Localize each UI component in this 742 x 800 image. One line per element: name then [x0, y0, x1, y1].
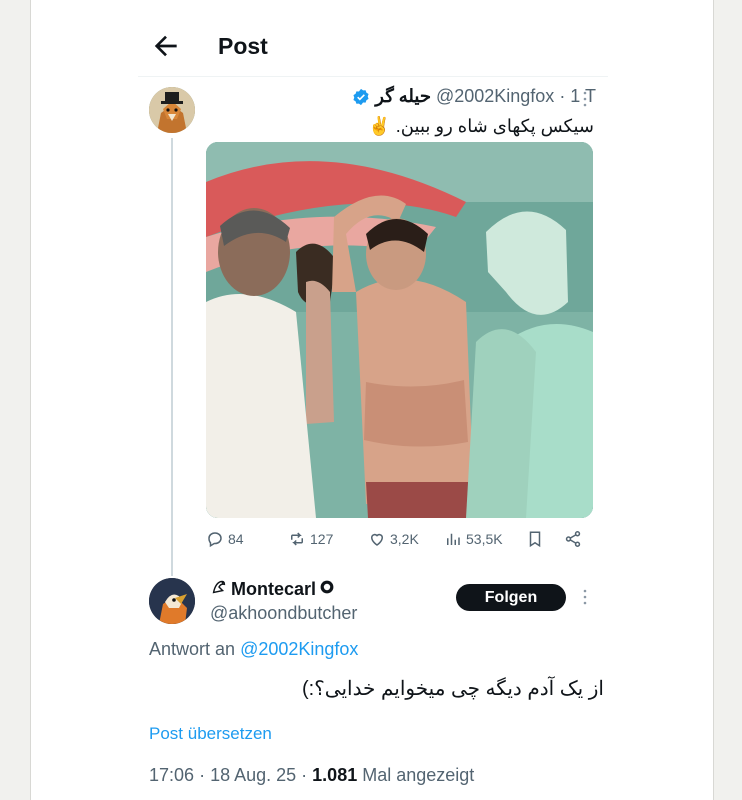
bar-chart-icon: [447, 533, 460, 545]
post-time[interactable]: 17:06: [149, 765, 194, 785]
reply-text: از یک آدم دیگه چی میخوایم خدایی؟:): [301, 678, 604, 700]
repost-icon: [291, 532, 303, 546]
tweet-actions-bar: 84 127 3,2K 53,5K: [206, 530, 590, 554]
share-icon: [565, 531, 581, 547]
post-view-label: Mal angezeigt: [362, 765, 475, 785]
share-button[interactable]: [564, 530, 582, 548]
badge-icon: [319, 579, 335, 600]
reply-count: 84: [228, 531, 244, 547]
translate-link[interactable]: Post übersetzen: [149, 724, 272, 744]
tweet-header: حیله گر @2002Kingfox · 1 T: [352, 86, 596, 107]
tweet-author-name[interactable]: حیله گر: [375, 86, 431, 107]
reply-to-mention[interactable]: @2002Kingfox: [240, 639, 358, 659]
view-count: 53,5K: [466, 531, 503, 547]
bookmark-button[interactable]: [526, 530, 544, 548]
heart-icon: [370, 533, 384, 546]
tweet-text: سیکس پکهای شاه رو ببین. ✌️: [368, 116, 594, 136]
back-arrow-icon[interactable]: [150, 30, 182, 62]
reply-author-avatar[interactable]: [149, 578, 195, 624]
reply-author-name-row[interactable]: Montecarl: [210, 578, 335, 601]
tweet-media-photo[interactable]: [206, 142, 593, 518]
reply-author-handle[interactable]: @akhoondbutcher: [210, 603, 357, 624]
reply-author-name: Montecarl: [231, 579, 317, 599]
reply-icon: [208, 532, 222, 548]
top-bar: Post: [150, 26, 610, 66]
tweet-author-avatar[interactable]: [149, 87, 195, 133]
reply-to-prefix: Antwort an: [149, 639, 236, 659]
thread-connector: [171, 138, 173, 576]
emoji-icon: [210, 578, 228, 601]
repost-count: 127: [310, 531, 334, 547]
like-button[interactable]: 3,2K: [368, 530, 419, 548]
more-options-icon[interactable]: [578, 90, 592, 108]
verified-badge-icon: [352, 88, 370, 106]
repost-button[interactable]: 127: [288, 530, 333, 548]
header-divider: [138, 76, 608, 77]
more-options-icon[interactable]: [578, 588, 592, 606]
tweet-author-handle[interactable]: @2002Kingfox: [436, 86, 554, 107]
post-view-count: 1.081: [312, 765, 358, 785]
reply-button[interactable]: 84: [206, 530, 244, 548]
bookmark-icon: [529, 531, 541, 548]
post-date[interactable]: 18 Aug. 25: [210, 765, 296, 785]
follow-button[interactable]: Folgen: [456, 584, 566, 611]
page-title: Post: [218, 33, 268, 59]
reply-context: Antwort an @2002Kingfox: [149, 639, 358, 660]
views-button[interactable]: 53,5K: [444, 530, 503, 548]
post-metadata: 17:06 · 18 Aug. 25 · 1.081 Mal angezeigt: [149, 765, 475, 785]
like-count: 3,2K: [390, 531, 419, 547]
